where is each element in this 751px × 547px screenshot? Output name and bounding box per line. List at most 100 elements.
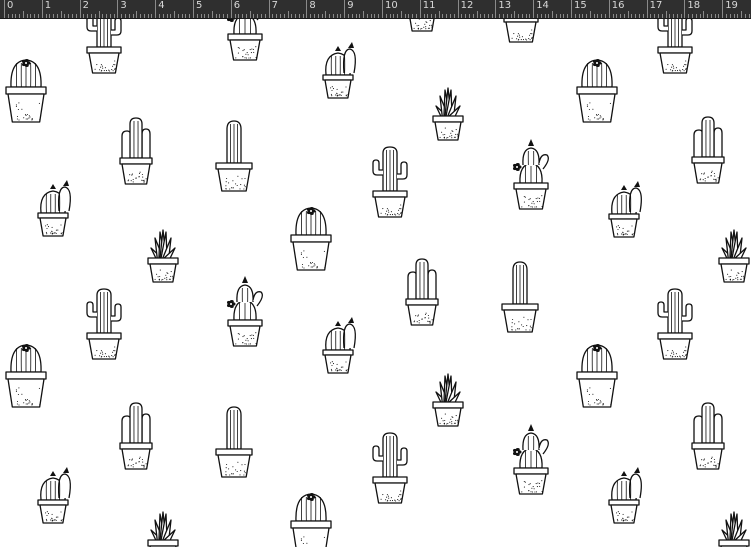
ruler-minor-tick <box>291 14 293 18</box>
ruler-label: 14 <box>536 0 549 11</box>
ruler-minor-tick <box>412 14 414 18</box>
ruler-minor-tick <box>140 14 142 18</box>
ruler-minor-tick <box>669 14 671 18</box>
ruler-major-tick <box>117 0 119 18</box>
ruler-minor-tick <box>616 14 618 18</box>
ruler-minor-tick <box>264 14 266 18</box>
ruler-minor-tick <box>295 14 297 18</box>
ruler-major-tick <box>344 0 346 18</box>
ruler-minor-tick <box>34 14 36 18</box>
barrel-cactus-icon <box>576 344 618 408</box>
ruler-minor-tick <box>393 14 395 18</box>
ruler-minor-tick <box>688 14 690 18</box>
ruler-minor-tick <box>276 14 278 18</box>
ruler-major-tick <box>495 0 497 18</box>
stacked-cactus-icon <box>512 139 549 210</box>
ruler-minor-tick <box>446 14 448 18</box>
ruler-minor-tick <box>174 11 176 18</box>
ruler-minor-tick <box>718 14 720 18</box>
ruler-label: 15 <box>574 0 587 11</box>
ruler-minor-tick <box>166 14 168 18</box>
ruler-minor-tick <box>733 14 735 18</box>
ruler-minor-tick <box>741 11 743 18</box>
roundflower-cactus-icon <box>322 42 356 99</box>
roundflower-cactus-icon <box>37 467 71 524</box>
ruler-minor-tick <box>177 14 179 18</box>
ruler-minor-tick <box>665 11 667 18</box>
ruler-minor-tick <box>53 14 55 18</box>
ruler-minor-tick <box>416 14 418 18</box>
ruler-minor-tick <box>22 11 24 18</box>
ruler-minor-tick <box>238 14 240 18</box>
barrel-cactus-icon <box>5 59 47 123</box>
cactus-pattern-artwork <box>5 19 750 547</box>
ruler-minor-tick <box>548 14 550 18</box>
stacked-cactus-icon <box>226 276 263 347</box>
ruler-minor-tick <box>650 14 652 18</box>
ruler-major-tick <box>684 0 686 18</box>
roundflower-cactus-icon <box>608 181 642 238</box>
ruler-minor-tick <box>283 14 285 18</box>
ruler-minor-tick <box>620 14 622 18</box>
ruler-minor-tick <box>189 14 191 18</box>
ruler-minor-tick <box>480 14 482 18</box>
ruler-minor-tick <box>423 14 425 18</box>
ruler-minor-tick <box>438 11 440 18</box>
ruler-major-tick <box>79 0 81 18</box>
ruler-minor-tick <box>49 14 51 18</box>
ruler-major-tick <box>722 0 724 18</box>
ruler-minor-tick <box>529 14 531 18</box>
ruler-minor-tick <box>400 11 402 18</box>
ruler-minor-tick <box>30 14 32 18</box>
ruler-minor-tick <box>302 14 304 18</box>
column-cactus-icon <box>501 261 539 333</box>
horizontal-ruler[interactable]: 0 1 2 3 4 5 6 7 8 9 10 11 12 13 14 15 16 17 18 19 <box>0 0 751 19</box>
ruler-minor-tick <box>60 11 62 18</box>
cluster-cactus-icon <box>119 402 153 470</box>
ruler-minor-tick <box>578 14 580 18</box>
ruler-minor-tick <box>552 11 554 18</box>
ruler-minor-tick <box>287 11 289 18</box>
ruler-label: 16 <box>611 0 625 11</box>
ruler-minor-tick <box>147 14 149 18</box>
ruler-minor-tick <box>472 14 474 18</box>
ruler-minor-tick <box>514 11 516 18</box>
ruler-major-tick <box>41 0 43 18</box>
ruler-minor-tick <box>136 11 138 18</box>
ruler-minor-tick <box>162 14 164 18</box>
ruler-minor-tick <box>347 14 349 18</box>
ruler-label: 10 <box>385 0 398 11</box>
ruler-minor-tick <box>102 14 104 18</box>
column-cactus-icon <box>215 120 253 192</box>
ruler-minor-tick <box>744 14 746 18</box>
ruler-label: 6 <box>233 0 241 11</box>
ruler-minor-tick <box>434 14 436 18</box>
ruler-label: 2 <box>82 0 89 11</box>
ruler-minor-tick <box>748 14 750 18</box>
saguaro-cactus-icon <box>657 19 693 74</box>
ruler-minor-tick <box>68 14 70 18</box>
column-cactus-icon <box>215 406 253 478</box>
ruler-minor-tick <box>219 14 221 18</box>
ruler-minor-tick <box>158 14 160 18</box>
ruler-minor-tick <box>321 14 323 18</box>
ruler-minor-tick <box>612 14 614 18</box>
document-canvas[interactable] <box>0 19 751 547</box>
ruler-minor-tick <box>242 14 244 18</box>
ruler-minor-tick <box>586 14 588 18</box>
ruler-minor-tick <box>340 14 342 18</box>
ruler-minor-tick <box>506 14 508 18</box>
agave-cactus-icon <box>432 87 464 141</box>
ruler-minor-tick <box>536 14 538 18</box>
ruler-minor-tick <box>518 14 520 18</box>
ruler-minor-tick <box>234 14 236 18</box>
cluster-cactus-icon <box>119 117 153 185</box>
saguaro-cactus-icon <box>657 288 693 360</box>
ruler-minor-tick <box>26 14 28 18</box>
ruler-major-tick <box>646 0 648 18</box>
ruler-minor-tick <box>257 14 259 18</box>
saguaro-cactus-icon <box>86 288 122 360</box>
ruler-label: 1 <box>44 0 52 11</box>
ruler-minor-tick <box>729 14 731 18</box>
ruler-minor-tick <box>540 14 542 18</box>
